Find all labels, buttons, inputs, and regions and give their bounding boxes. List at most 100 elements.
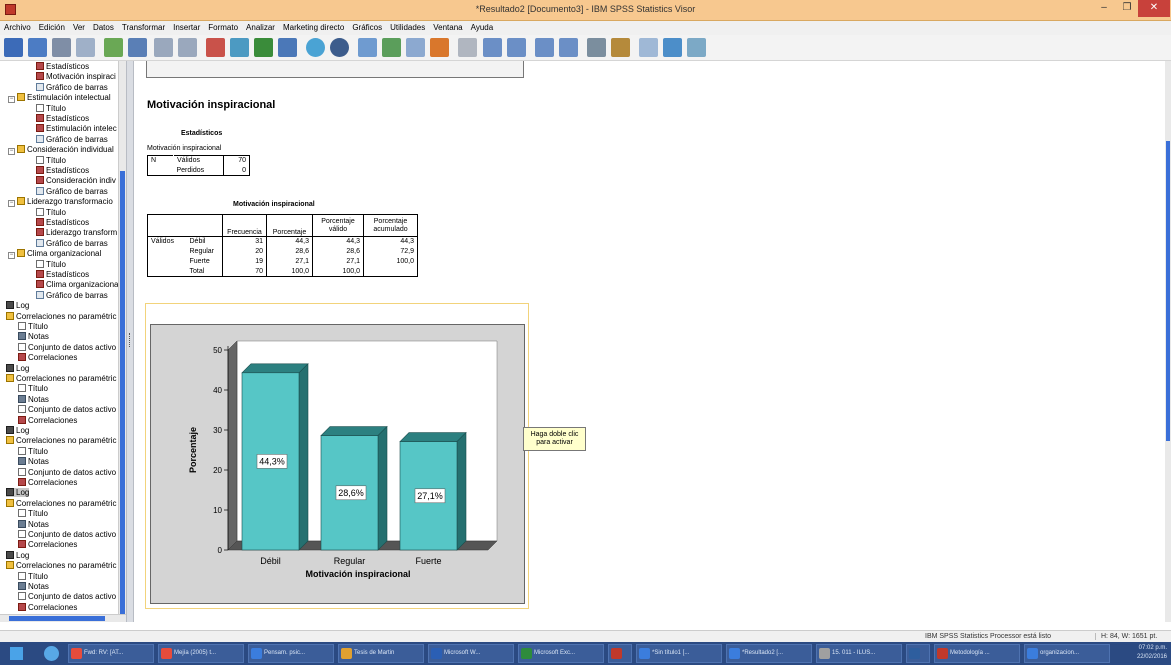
taskbar-button[interactable]: Tesis de Martin (338, 644, 424, 663)
select-last-output-icon[interactable] (358, 38, 377, 57)
insert-output-icon[interactable] (687, 38, 706, 57)
outline-item[interactable]: Correlaciones (18, 478, 77, 487)
save-icon[interactable] (28, 38, 47, 57)
outline-item[interactable]: Título (36, 103, 66, 113)
export-icon[interactable] (104, 38, 123, 57)
menu-ventana[interactable]: Ventana (429, 21, 466, 34)
variables-icon[interactable] (254, 38, 273, 57)
print-preview-icon[interactable] (76, 38, 95, 57)
bar-chart[interactable]: 0 10 20 30 40 50 44,3% Débil 28,6% Regular 27,1% Fu… (150, 324, 525, 604)
outline-item[interactable]: Correlaciones no paramétric (6, 436, 117, 445)
recall-dialog-icon[interactable] (128, 38, 147, 57)
start-windows-icon[interactable] (10, 647, 23, 660)
outline-item[interactable]: Estadísticos (36, 218, 89, 227)
taskbar-button[interactable]: Pensam. psic... (248, 644, 334, 663)
outline-item[interactable]: Motivación inspiraci (36, 72, 116, 81)
outline-item[interactable]: Conjunto de datos activo (18, 467, 116, 477)
insert-title-icon[interactable] (430, 38, 449, 57)
outline-item[interactable]: Conjunto de datos activo (18, 342, 116, 352)
statistics-table[interactable]: N Válidos 70 Perdidos 0 (147, 155, 250, 176)
outline-item[interactable]: Gráfico de barras (36, 238, 108, 248)
outline-item[interactable]: Estadísticos (36, 62, 89, 71)
collapse-icon[interactable] (559, 38, 578, 57)
outline-item[interactable]: Estadísticos (36, 114, 89, 123)
outline-item[interactable]: Log (6, 426, 29, 435)
chart-container[interactable]: 0 10 20 30 40 50 44,3% Débil 28,6% Regular 27,1% Fu… (145, 303, 529, 609)
outline-item[interactable]: Log (6, 488, 30, 498)
menu-utilidades[interactable]: Utilidades (386, 21, 429, 34)
menu-datos[interactable]: Datos (89, 21, 118, 34)
outline-item[interactable]: Notas (18, 394, 49, 404)
pane-splitter[interactable] (126, 61, 134, 622)
outline-item[interactable]: Correlaciones no paramétric (6, 311, 117, 321)
internet-explorer-icon[interactable] (44, 646, 59, 661)
outline-item[interactable]: Log (6, 301, 29, 310)
outline-item[interactable]: Correlaciones (18, 415, 77, 425)
outline-item[interactable]: Correlaciones no paramétric (6, 498, 117, 508)
frequency-table[interactable]: Frecuencia Porcentaje Porcentaje válido … (147, 214, 418, 277)
taskbar-button[interactable]: Fwd: RV: [AT... (68, 644, 154, 663)
outline-item[interactable]: Notas (18, 332, 49, 341)
menu-analizar[interactable]: Analizar (242, 21, 279, 34)
use-sets-icon[interactable] (278, 38, 297, 57)
outline-scroll-thumb[interactable] (120, 171, 125, 621)
taskbar-button[interactable]: 15. 011 - ILUS... (816, 644, 902, 663)
close-button[interactable]: ✕ (1138, 0, 1170, 17)
taskbar-button[interactable] (906, 644, 930, 663)
menu-transformar[interactable]: Transformar (118, 21, 169, 34)
menu-gráficos[interactable]: Gráficos (348, 21, 386, 34)
outline-item[interactable]: Título (36, 207, 66, 217)
open-folder-icon[interactable] (4, 38, 23, 57)
menu-edición[interactable]: Edición (35, 21, 69, 34)
menu-insertar[interactable]: Insertar (169, 21, 204, 34)
outline-item[interactable]: Estadísticos (36, 270, 89, 279)
insert-table-icon[interactable] (639, 38, 658, 57)
outline-item[interactable]: Título (18, 509, 48, 518)
collapse-toggle-icon[interactable]: − (8, 148, 15, 156)
outline-item[interactable]: Conjunto de datos activo (18, 530, 116, 539)
maximize-button[interactable]: ❐ (1115, 0, 1139, 17)
taskbar-button[interactable]: *Resultado2 [... (726, 644, 812, 663)
taskbar-button[interactable]: Microsoft Exc... (518, 644, 604, 663)
collapse-toggle-icon[interactable]: − (8, 96, 15, 104)
value-labels-icon[interactable] (306, 38, 325, 57)
outline-item[interactable]: Estimulación intelec (36, 124, 117, 133)
taskbar-button[interactable]: organizacion... (1024, 644, 1110, 663)
outline-item[interactable]: Gráfico de barras (36, 134, 108, 144)
outline-item[interactable]: Conjunto de datos activo (18, 592, 116, 601)
show-all-icon[interactable] (330, 38, 349, 57)
outline-item[interactable]: Gráfico de barras (36, 186, 108, 196)
outline-item[interactable]: Conjunto de datos activo (18, 405, 116, 414)
goto-case-icon[interactable] (230, 38, 249, 57)
taskbar-button[interactable] (608, 644, 632, 663)
outline-item[interactable]: Consideración indiv (36, 176, 116, 185)
outline-item[interactable]: Liderazgo transform (36, 228, 117, 237)
outline-item[interactable]: − Liderazgo transformacio (8, 197, 113, 208)
outline-item[interactable]: Correlaciones (18, 602, 77, 612)
minimize-button[interactable]: – (1092, 0, 1116, 17)
outline-item[interactable]: Log (6, 550, 29, 560)
outline-item[interactable]: Título (18, 384, 48, 393)
undo-icon[interactable] (154, 38, 173, 57)
print-icon[interactable] (52, 38, 71, 57)
collapse-toggle-icon[interactable]: − (8, 200, 15, 208)
insert-heading-icon[interactable] (406, 38, 425, 57)
outline-item[interactable]: Clima organizacional (36, 280, 118, 289)
content-scrollbar[interactable] (1165, 61, 1171, 622)
outline-item[interactable]: − Clima organizacional (8, 249, 101, 260)
designate-window-icon[interactable] (382, 38, 401, 57)
goto-data-icon[interactable] (206, 38, 225, 57)
menu-marketing-directo[interactable]: Marketing directo (279, 21, 348, 34)
collapse-toggle-icon[interactable]: − (8, 252, 15, 260)
taskbar-button[interactable]: Microsoft W... (428, 644, 514, 663)
redo-icon[interactable] (178, 38, 197, 57)
show-icon[interactable] (587, 38, 606, 57)
outline-item[interactable]: Gráfico de barras (36, 290, 108, 300)
menu-ver[interactable]: Ver (69, 21, 89, 34)
outline-item[interactable]: Título (36, 155, 66, 165)
outline-item[interactable]: Título (18, 571, 48, 581)
outline-item[interactable]: Log (6, 363, 29, 373)
outline-item[interactable]: Correlaciones (18, 540, 77, 549)
taskbar-button[interactable]: *Sin título1 [... (636, 644, 722, 663)
outline-item[interactable]: Estadísticos (36, 166, 89, 175)
